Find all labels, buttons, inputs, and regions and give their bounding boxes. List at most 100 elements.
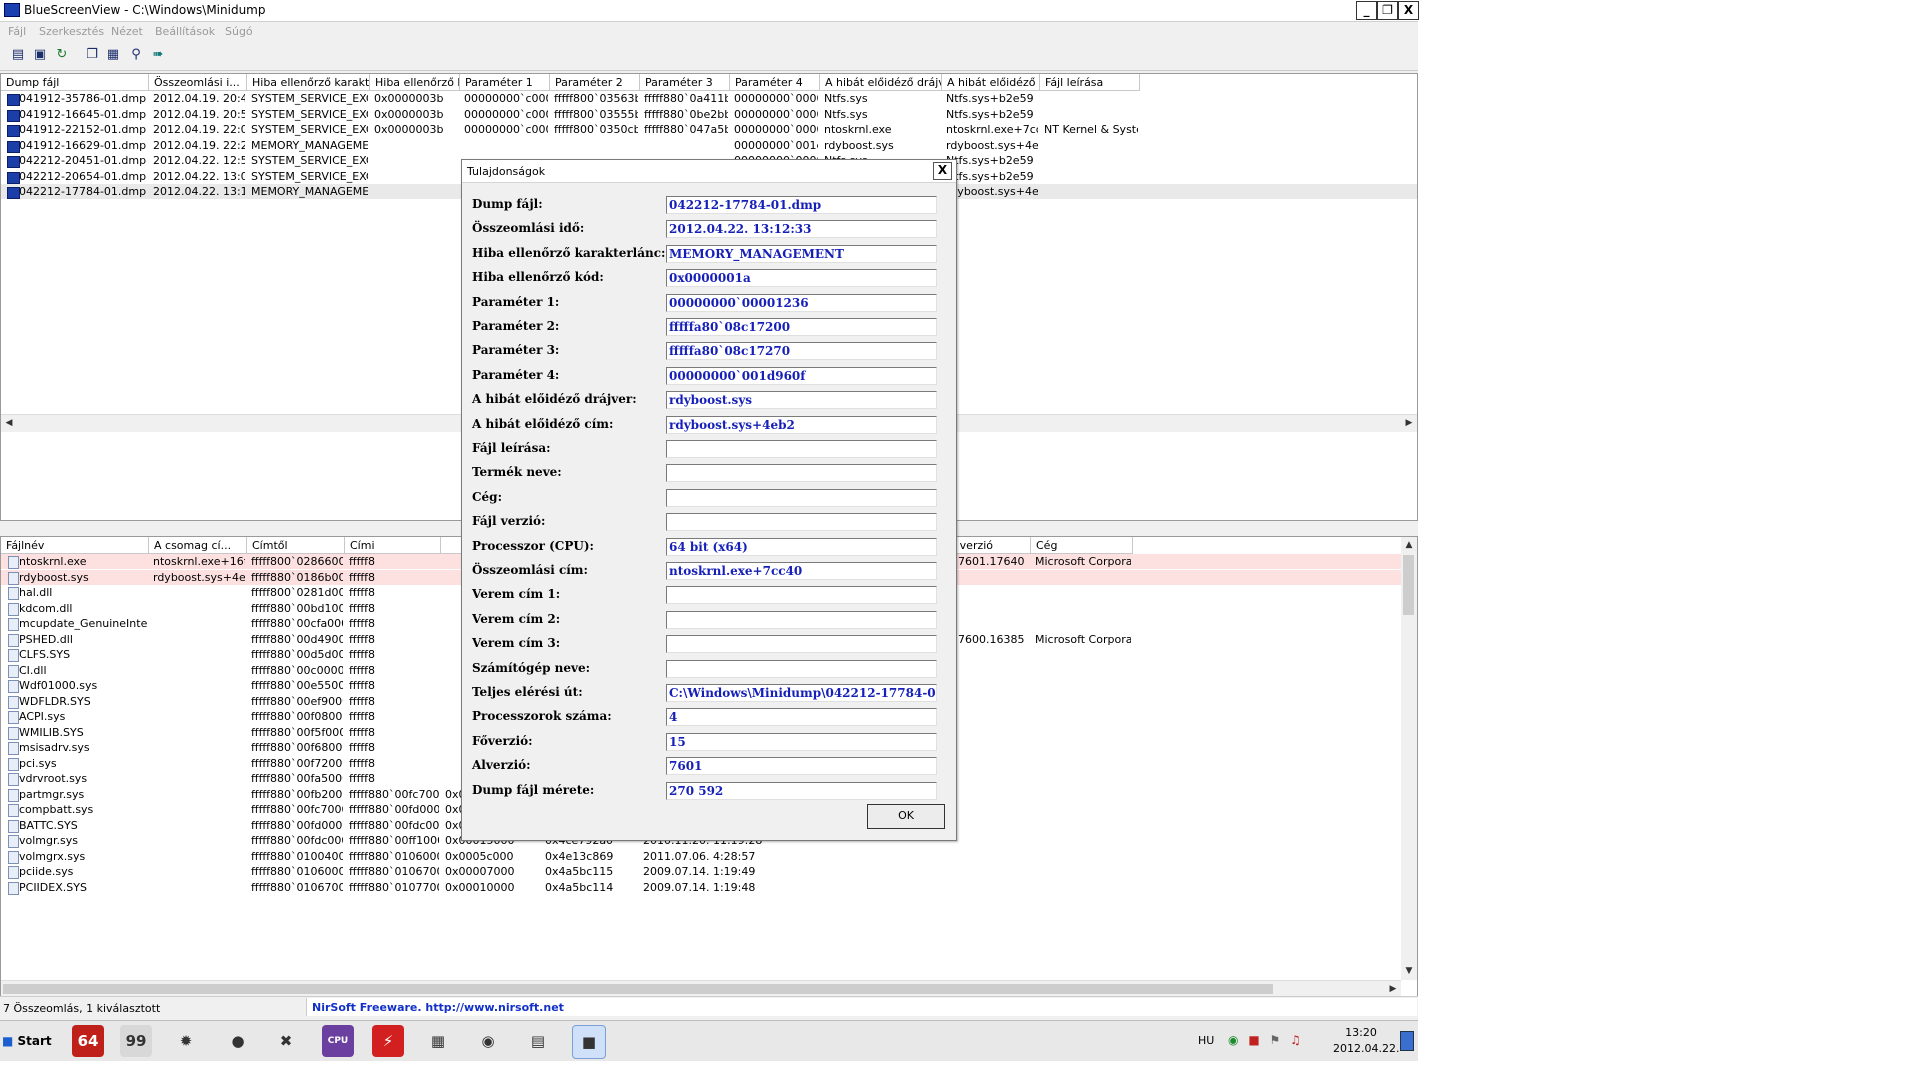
property-value-field[interactable] — [666, 610, 937, 629]
property-value-field[interactable]: 042212-17784-01.dmp — [666, 196, 937, 214]
clock[interactable]: 13:20 2012.04.22. — [1333, 1025, 1399, 1057]
restore-button[interactable]: ❐ — [1377, 1, 1398, 20]
column-header[interactable]: Paraméter 2 — [550, 74, 640, 91]
column-header[interactable]: A csomag cí... — [149, 537, 247, 554]
column-header[interactable]: Összeomlási i... — [149, 74, 247, 91]
property-value-field[interactable]: ntoskrnl.exe+7cc40 — [666, 562, 937, 580]
table-row[interactable]: PCIIDEX.SYS fffff880`01067000 fffff880`010… — [1, 880, 1401, 895]
property-value-field[interactable] — [666, 488, 937, 507]
cpuz-icon[interactable]: CPU — [322, 1025, 354, 1057]
menu-settings[interactable]: Beállítások — [155, 25, 215, 38]
property-value-field[interactable]: rdyboost.sys+4eb2 — [666, 415, 937, 434]
property-value-field[interactable] — [666, 440, 937, 458]
xbox-app-icon[interactable]: ✖ — [270, 1025, 302, 1057]
chrome-icon[interactable]: ◉ — [472, 1025, 504, 1057]
property-value-field[interactable] — [666, 659, 937, 678]
start-button[interactable]: ■ Start — [2, 1027, 52, 1055]
tray-icons: ◉ ■ ⚑ ♫ — [1228, 1033, 1301, 1047]
scroll-thumb[interactable] — [1403, 555, 1414, 615]
bug-app-icon[interactable]: ✹ — [170, 1025, 202, 1057]
column-header[interactable]: Hiba ellenőrző k... — [370, 74, 460, 91]
show-desktop-button[interactable] — [1400, 1031, 1414, 1051]
bluescreenview-taskbar-icon[interactable]: ■ — [572, 1025, 606, 1059]
dialog-close-button[interactable]: X — [933, 162, 952, 180]
property-value-field[interactable]: fffffa80`08c17270 — [666, 342, 937, 361]
table-cell: 0x0000003b — [374, 92, 444, 105]
nirsoft-link[interactable]: NirSoft Freeware. http://www.nirsoft.net — [312, 1001, 564, 1014]
minimize-button[interactable]: _ — [1356, 1, 1377, 20]
flash-app-icon[interactable]: ⚡ — [372, 1025, 404, 1057]
column-header[interactable]: Címtől — [247, 537, 345, 554]
aida64-icon[interactable]: 64 — [72, 1025, 104, 1057]
property-value-field[interactable]: 4 — [666, 708, 937, 727]
exit-icon[interactable]: ➠ — [150, 47, 166, 63]
network-icon[interactable]: ◉ — [1228, 1033, 1238, 1047]
table-row[interactable]: 041912-22152-01.dmp 2012.04.19. 22:09:27 S… — [1, 122, 1417, 137]
close-button[interactable]: X — [1398, 1, 1419, 20]
table-row[interactable]: 041912-16629-01.dmp 2012.04.19. 22:22:24 M… — [1, 138, 1417, 153]
column-header[interactable]: A hibát előidéző drájver — [820, 74, 942, 91]
property-value-field[interactable]: 00000000`00001236 — [666, 293, 937, 312]
dialog-title-bar[interactable]: Tulajdonságok X — [462, 160, 956, 183]
explorer-icon[interactable]: ▤ — [522, 1025, 554, 1057]
property-value-field[interactable]: 64 bit (x64) — [666, 537, 937, 556]
scroll-down-icon[interactable]: ▼ — [1401, 963, 1417, 979]
find-icon[interactable]: ⚲ — [128, 47, 144, 63]
language-indicator[interactable]: HU — [1198, 1034, 1214, 1047]
menu-help[interactable]: Súgó — [225, 25, 253, 38]
column-header[interactable]: Paraméter 3 — [640, 74, 730, 91]
property-value-field[interactable]: 15 — [666, 732, 937, 751]
vertical-scrollbar[interactable]: ▲ ▼ — [1401, 537, 1417, 980]
scroll-up-icon[interactable]: ▲ — [1401, 537, 1417, 553]
property-value-field[interactable]: 0x0000001a — [666, 269, 937, 288]
table-row[interactable]: 041912-35786-01.dmp 2012.04.19. 20:49:20 S… — [1, 91, 1417, 106]
column-header[interactable]: Cími — [345, 537, 441, 554]
property-value-field[interactable]: 00000000`001d960f — [666, 366, 937, 385]
save-icon[interactable]: ▣ — [32, 47, 48, 63]
table-row[interactable]: 041912-16645-01.dmp 2012.04.19. 20:55:33 S… — [1, 107, 1417, 122]
table-row[interactable]: pciide.sys fffff880`01060000 fffff880`0106… — [1, 864, 1401, 879]
column-header[interactable]: Paraméter 1 — [460, 74, 550, 91]
table-cell: fffff880`00fdc000 — [349, 818, 439, 832]
scroll-right-icon[interactable]: ▶ — [1385, 981, 1401, 997]
options-icon[interactable]: ▤ — [10, 47, 26, 63]
column-header[interactable]: Dump fájl — [1, 74, 149, 91]
property-value-field[interactable]: 2012.04.22. 13:12:33 — [666, 220, 937, 239]
column-header[interactable]: Fájlnév — [1, 537, 149, 554]
column-header[interactable]: Cég — [1031, 537, 1133, 554]
table-row[interactable]: volmgrx.sys fffff880`01004000 fffff880`010… — [1, 849, 1401, 864]
power-icon[interactable]: ■ — [1248, 1033, 1259, 1047]
copy-icon[interactable]: ❐ — [84, 47, 100, 63]
module-file-icon — [8, 850, 19, 864]
property-value-field[interactable]: fffffa80`08c17200 — [666, 318, 937, 336]
property-value-field[interactable] — [666, 513, 937, 532]
table-cell: PSHED.dll — [19, 632, 73, 646]
volume-icon[interactable]: ♫ — [1290, 1033, 1301, 1047]
property-value-field[interactable] — [666, 586, 937, 605]
title-bar[interactable]: BlueScreenView - C:\Windows\Minidump _ ❐… — [0, 0, 1419, 22]
scroll-thumb[interactable] — [3, 984, 1273, 994]
property-value-field[interactable] — [666, 635, 937, 654]
column-header[interactable]: Paraméter 4 — [730, 74, 820, 91]
property-value-field[interactable] — [666, 464, 937, 483]
column-header[interactable]: Fájl leírása — [1040, 74, 1140, 91]
property-value-field[interactable]: C:\Windows\Minidump\042212-17784-01.dmp — [666, 684, 937, 702]
ok-button[interactable]: OK — [867, 804, 945, 829]
menu-view[interactable]: Nézet — [111, 25, 143, 38]
menu-file[interactable]: Fájl — [8, 25, 26, 38]
column-header[interactable]: A hibát előidéző cím — [942, 74, 1040, 91]
properties-icon[interactable]: ▦ — [105, 47, 121, 63]
property-value-field[interactable]: rdyboost.sys — [666, 391, 937, 410]
media-app-icon[interactable]: ● — [222, 1025, 254, 1057]
property-value-field[interactable]: 7601 — [666, 757, 937, 776]
flag-icon[interactable]: ⚑ — [1269, 1033, 1280, 1047]
refresh-icon[interactable]: ↻ — [54, 47, 70, 63]
scroll-right-icon[interactable]: ▶ — [1401, 415, 1417, 431]
property-value-field[interactable]: MEMORY_MANAGEMENT — [666, 244, 937, 263]
property-value-field[interactable]: 270 592 — [666, 781, 937, 800]
column-header[interactable]: Hiba ellenőrző karakterl... — [247, 74, 370, 91]
monitor-app-icon[interactable]: 99 — [120, 1025, 152, 1057]
board-app-icon[interactable]: ▦ — [422, 1025, 454, 1057]
scroll-left-icon[interactable]: ◀ — [1, 415, 17, 431]
menu-edit[interactable]: Szerkesztés — [39, 25, 104, 38]
